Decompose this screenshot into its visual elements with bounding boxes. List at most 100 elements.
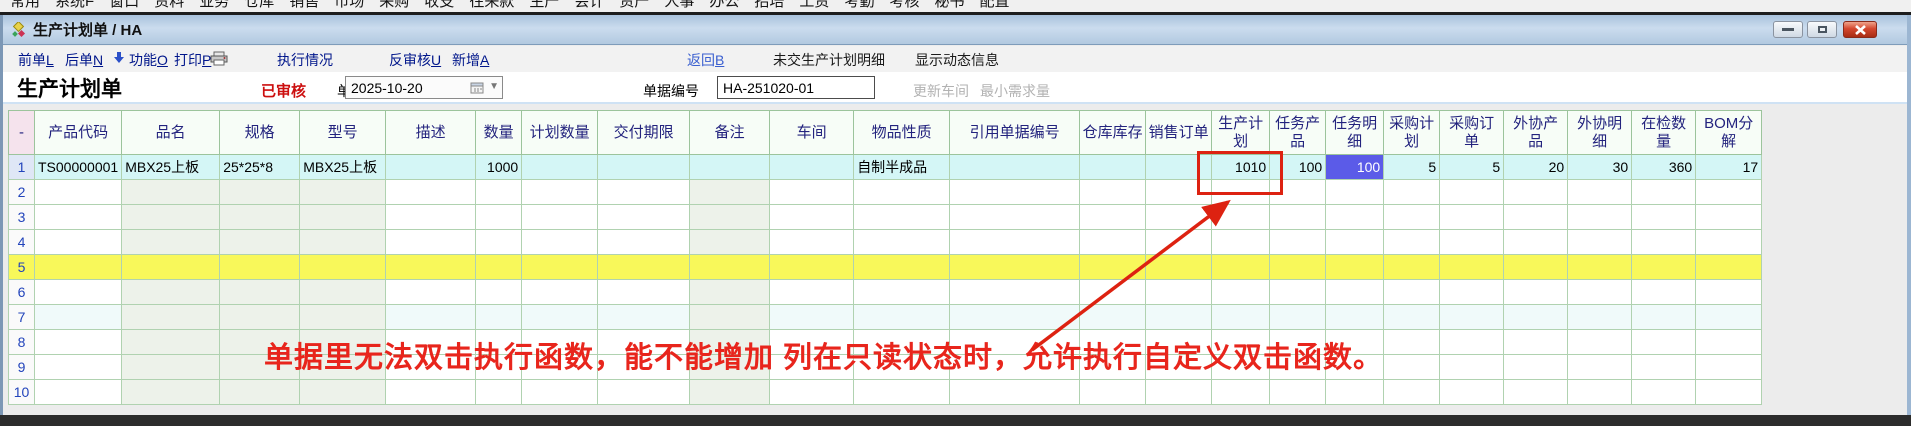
grid-cell[interactable]	[1326, 380, 1384, 405]
grid-cell[interactable]	[220, 380, 300, 405]
grid-column-header[interactable]: BOM分解	[1696, 111, 1762, 155]
grid-cell[interactable]: 5	[1384, 155, 1440, 180]
grid-cell[interactable]	[300, 255, 386, 280]
menu-item[interactable]: 人事	[664, 0, 694, 12]
grid-cell[interactable]	[300, 380, 386, 405]
grid-cell[interactable]: 17	[1696, 155, 1762, 180]
grid-cell[interactable]: 100	[1326, 155, 1384, 180]
grid-cell[interactable]	[220, 180, 300, 205]
grid-column-header[interactable]: 销售订单	[1146, 111, 1212, 155]
grid-column-header[interactable]: 描述	[386, 111, 476, 155]
grid-cell[interactable]	[950, 380, 1080, 405]
grid-cell[interactable]	[122, 205, 220, 230]
grid-column-header[interactable]: 外协产品	[1504, 111, 1568, 155]
grid-cell[interactable]	[1384, 255, 1440, 280]
grid-row-number[interactable]: 10	[9, 380, 35, 405]
grid-cell[interactable]	[1212, 230, 1270, 255]
grid-cell[interactable]	[1212, 305, 1270, 330]
grid-cell[interactable]	[35, 280, 122, 305]
grid-column-header[interactable]: 备注	[690, 111, 770, 155]
menu-item[interactable]: 会计	[574, 0, 604, 12]
grid-cell[interactable]	[1080, 280, 1146, 305]
function-button[interactable]: 功能O	[129, 50, 168, 70]
grid-cell[interactable]	[1568, 330, 1632, 355]
grid-cell[interactable]	[1326, 255, 1384, 280]
grid-cell[interactable]	[1384, 305, 1440, 330]
grid-column-header[interactable]: 交付期限	[598, 111, 690, 155]
grid-cell[interactable]	[1384, 180, 1440, 205]
menu-item[interactable]: 配置	[979, 0, 1009, 12]
doc-date-picker[interactable]: 2025-10-20 ▼	[345, 76, 503, 99]
grid-cell[interactable]	[522, 205, 598, 230]
grid-cell[interactable]	[220, 205, 300, 230]
grid-cell[interactable]	[1080, 230, 1146, 255]
grid-cell[interactable]	[1504, 280, 1568, 305]
grid-cell[interactable]	[122, 230, 220, 255]
grid-cell[interactable]	[1270, 205, 1326, 230]
printer-icon[interactable]	[210, 51, 228, 71]
grid-cell[interactable]	[598, 180, 690, 205]
grid-cell[interactable]	[522, 230, 598, 255]
grid-cell[interactable]	[1632, 355, 1696, 380]
grid-cell[interactable]	[770, 180, 854, 205]
back-button[interactable]: 返回B	[687, 50, 724, 70]
grid-cell[interactable]	[1080, 180, 1146, 205]
grid-column-header[interactable]: 采购计划	[1384, 111, 1440, 155]
grid-cell[interactable]	[598, 280, 690, 305]
grid-row-number[interactable]: 2	[9, 180, 35, 205]
grid-cell[interactable]	[1326, 280, 1384, 305]
grid-cell[interactable]	[1696, 330, 1762, 355]
grid-cell[interactable]	[1632, 230, 1696, 255]
menu-item[interactable]: 仓库	[244, 0, 274, 12]
grid-column-header[interactable]: 任务明细	[1326, 111, 1384, 155]
grid-column-header[interactable]: 物品性质	[854, 111, 950, 155]
grid-cell[interactable]	[300, 305, 386, 330]
grid-cell[interactable]	[1080, 155, 1146, 180]
grid-cell[interactable]	[386, 305, 476, 330]
grid-cell[interactable]	[1212, 255, 1270, 280]
menu-item[interactable]: 办公	[709, 0, 739, 12]
grid-cell[interactable]	[1270, 230, 1326, 255]
grid-cell[interactable]	[1696, 280, 1762, 305]
grid-cell[interactable]	[220, 280, 300, 305]
grid-cell[interactable]	[476, 180, 522, 205]
grid-cell[interactable]: 自制半成品	[854, 155, 950, 180]
grid-cell[interactable]	[1384, 230, 1440, 255]
grid-cell[interactable]	[1504, 180, 1568, 205]
grid-cell[interactable]	[476, 205, 522, 230]
grid-cell[interactable]	[770, 230, 854, 255]
grid-cell[interactable]	[854, 380, 950, 405]
grid-cell[interactable]	[522, 280, 598, 305]
grid-cell[interactable]	[598, 155, 690, 180]
grid-cell[interactable]	[1504, 230, 1568, 255]
grid-cell[interactable]: MBX25上板	[300, 155, 386, 180]
grid-cell[interactable]	[522, 305, 598, 330]
grid-row-number[interactable]: 7	[9, 305, 35, 330]
grid-cell[interactable]	[1440, 205, 1504, 230]
grid-column-header[interactable]: 规格	[220, 111, 300, 155]
grid-cell[interactable]	[854, 280, 950, 305]
grid-column-header[interactable]: 生产计划	[1212, 111, 1270, 155]
grid-cell[interactable]	[1632, 330, 1696, 355]
grid-cell[interactable]	[35, 380, 122, 405]
grid-row-number[interactable]: 9	[9, 355, 35, 380]
grid-cell[interactable]	[522, 380, 598, 405]
grid-cell[interactable]	[386, 205, 476, 230]
grid-cell[interactable]	[598, 255, 690, 280]
grid-cell[interactable]	[476, 305, 522, 330]
grid-cell[interactable]	[1212, 380, 1270, 405]
menu-item[interactable]: 系统F	[55, 0, 94, 12]
grid-cell[interactable]	[950, 255, 1080, 280]
grid-cell[interactable]	[770, 305, 854, 330]
grid-cell[interactable]	[1696, 230, 1762, 255]
grid-cell[interactable]	[1632, 180, 1696, 205]
grid-column-header[interactable]: 任务产品	[1270, 111, 1326, 155]
grid-row-number[interactable]: 3	[9, 205, 35, 230]
grid-cell[interactable]: MBX25上板	[122, 155, 220, 180]
grid-cell[interactable]	[854, 180, 950, 205]
grid-cell[interactable]	[1568, 280, 1632, 305]
menu-item[interactable]: 往来款	[469, 0, 514, 12]
grid-cell[interactable]	[35, 205, 122, 230]
grid-cell[interactable]	[35, 330, 122, 355]
grid-cell[interactable]	[770, 155, 854, 180]
